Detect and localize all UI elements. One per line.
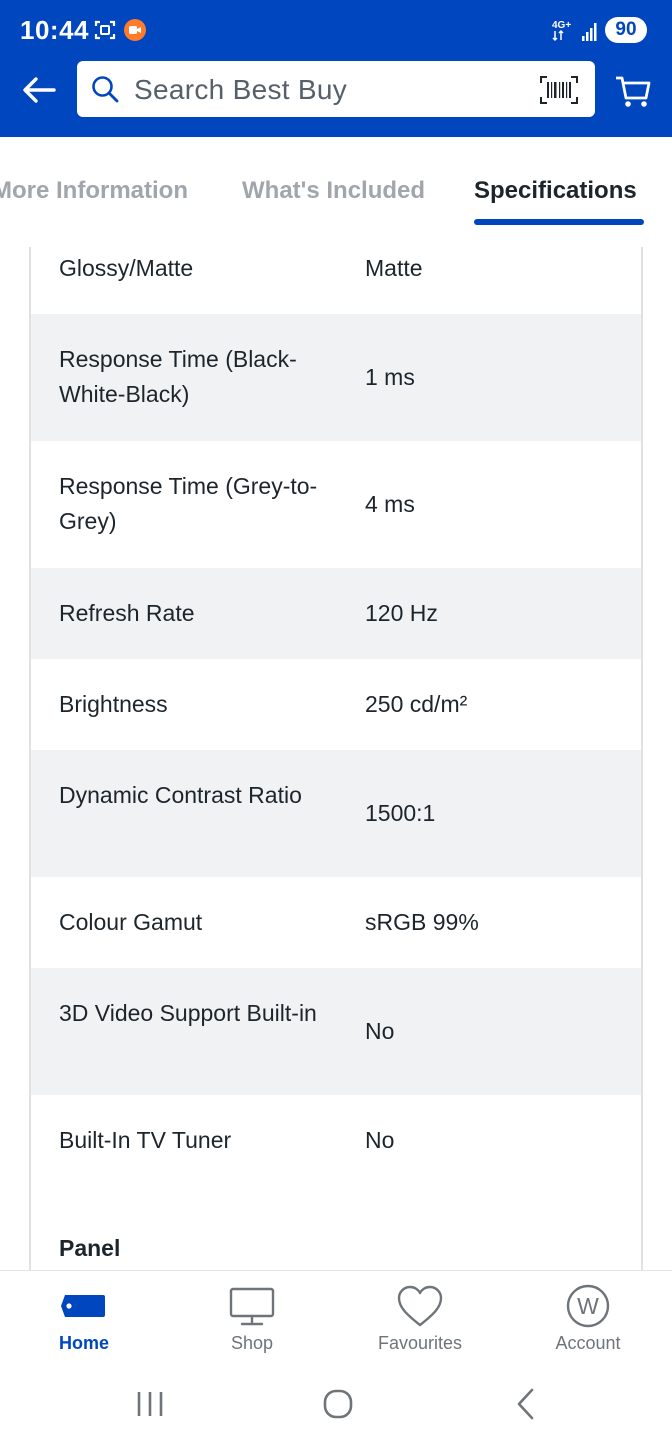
system-navigation — [0, 1370, 672, 1440]
screenshot-icon — [94, 20, 116, 40]
search-bar[interactable]: Search Best Buy — [77, 61, 595, 117]
specifications-panel: Glossy/Matte Matte Response Time (Black-… — [0, 247, 672, 1270]
spec-value: 120 Hz — [365, 600, 438, 626]
spec-label: Response Time (Grey-to-Grey) — [59, 473, 318, 534]
spec-value: 1500:1 — [365, 800, 436, 826]
spec-value: No — [365, 1127, 395, 1153]
spec-table: Glossy/Matte Matte Response Time (Black-… — [29, 247, 643, 1270]
spec-row: Refresh Rate 120 Hz — [31, 568, 641, 659]
spec-row: Response Time (Black-White-Black) 1 ms — [31, 314, 641, 441]
active-tab-indicator — [474, 219, 644, 225]
battery-indicator: 90 — [605, 17, 647, 43]
monitor-icon — [229, 1287, 275, 1326]
spec-row: Built-In TV Tuner No — [31, 1095, 641, 1186]
home-circle-icon[interactable] — [316, 1382, 360, 1426]
spec-label: Glossy/Matte — [59, 255, 194, 281]
status-time: 10:44 — [20, 15, 89, 45]
recent-apps-icon[interactable] — [128, 1382, 172, 1426]
nav-home-label: Home — [58, 1333, 109, 1353]
nav-shop[interactable]: Shop — [168, 1271, 336, 1371]
tag-icon — [61, 1295, 105, 1317]
nav-account[interactable]: W Account — [504, 1271, 672, 1371]
search-placeholder: Search Best Buy — [134, 74, 348, 105]
spec-label: Brightness — [59, 691, 168, 717]
search-icon — [92, 76, 119, 103]
spec-value: sRGB 99% — [365, 909, 479, 935]
spec-label: Refresh Rate — [59, 600, 195, 626]
section-heading-panel: Panel — [59, 1235, 121, 1261]
spec-label: Built-In TV Tuner — [59, 1127, 232, 1153]
account-w-icon: W — [566, 1284, 610, 1328]
tab-more-information[interactable]: More Information — [0, 177, 188, 205]
spec-value: 250 cd/m² — [365, 691, 468, 717]
nav-shop-label: Shop — [230, 1333, 274, 1353]
heart-icon — [397, 1285, 443, 1327]
spec-label: Colour Gamut — [59, 909, 203, 935]
cart-icon[interactable] — [615, 70, 651, 110]
tab-specifications[interactable]: Specifications — [474, 177, 637, 205]
spec-value: 1 ms — [365, 364, 415, 390]
spec-row: Brightness 250 cd/m² — [31, 659, 641, 750]
nav-favourites-label: Favourites — [377, 1333, 463, 1353]
spec-label: 3D Video Support Built-in — [59, 1000, 317, 1026]
tab-whats-included[interactable]: What's Included — [242, 177, 425, 205]
spec-row: Colour Gamut sRGB 99% — [31, 877, 641, 968]
system-back-icon[interactable] — [504, 1382, 548, 1426]
network-type-label: 4G+ — [552, 20, 571, 31]
nav-favourites[interactable]: Favourites — [336, 1271, 504, 1371]
app-header: 10:44 4G+ 90 Search Best Buy — [0, 0, 672, 137]
spec-label: Response Time (Black-White-Black) — [59, 346, 297, 407]
spec-label: Dynamic Contrast Ratio — [59, 782, 302, 808]
nav-account-label: Account — [555, 1333, 621, 1353]
signal-icon: 4G+ — [552, 20, 597, 42]
spec-row: 3D Video Support Built-in No — [31, 968, 641, 1095]
spec-value: No — [365, 1018, 395, 1044]
spec-row: Response Time (Grey-to-Grey) 4 ms — [31, 441, 641, 568]
back-arrow-icon — [23, 77, 56, 103]
spec-value: 4 ms — [365, 491, 415, 517]
spec-row: Glossy/Matte Matte — [31, 247, 641, 314]
spec-row: Dynamic Contrast Ratio 1500:1 — [31, 750, 641, 877]
bottom-navigation: Home Shop Favourites W Account — [0, 1270, 672, 1370]
account-initial: W — [577, 1293, 599, 1319]
spec-value: Matte — [365, 255, 423, 281]
back-button[interactable] — [18, 70, 60, 110]
nav-home[interactable]: Home — [0, 1271, 168, 1371]
status-bar: 10:44 4G+ 90 — [0, 0, 672, 60]
barcode-scan-icon[interactable] — [539, 75, 579, 105]
screen-recorder-icon — [124, 19, 146, 41]
product-tabs: More Information What's Included Specifi… — [0, 137, 672, 247]
